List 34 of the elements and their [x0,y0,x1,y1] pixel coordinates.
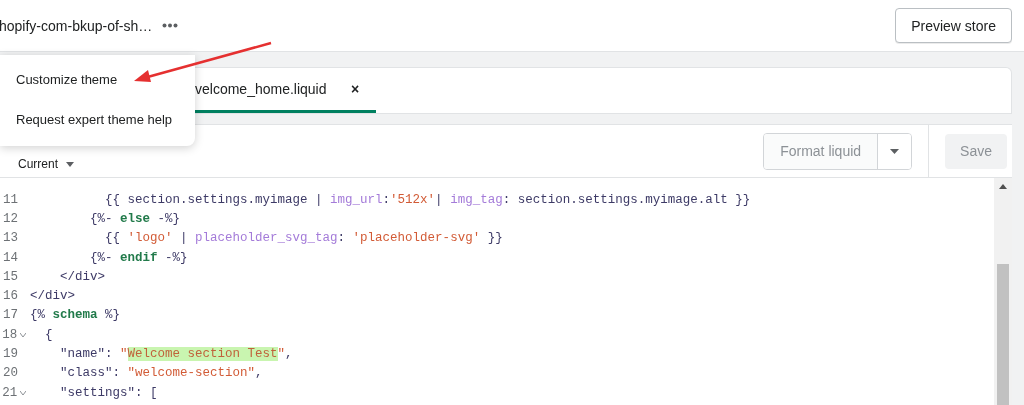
line-number: 11 [2,192,18,207]
preview-store-button[interactable]: Preview store [895,8,1012,43]
code-line: "settings": [ [59,385,158,400]
scrollbar[interactable] [994,178,1012,405]
version-select[interactable]: Current [18,157,74,171]
line-number: 21 [1,385,18,400]
code-line: {%- endif -%} [89,250,188,265]
code-line: "class": "welcome-section", [59,366,263,381]
code-line: </div> [30,289,75,304]
close-tab-button[interactable]: × [351,81,360,97]
code-line: {%- else -%} [89,211,181,226]
scrollbar-thumb[interactable] [997,264,1009,405]
scroll-up-icon[interactable] [999,184,1007,189]
line-number: 17 [2,308,18,323]
fold-icon[interactable] [20,390,26,395]
line-number: 13 [2,231,18,246]
code-line: {{ section.settings.myimage | img_url:'512x'| img_tag: section.settings.myimage.alt }} [104,192,751,207]
line-number: 20 [2,366,18,381]
line-number: 15 [2,269,18,284]
line-number: 18 [1,327,18,342]
code-line: { [44,327,53,342]
format-options-button[interactable] [877,133,912,169]
code-line: {{ 'logo' | placeholder_svg_tag: 'placeholder-svg' }} [104,231,503,246]
code-line: </div> [59,269,105,284]
theme-name: hopify-com-bkup-of-sh… [0,17,153,34]
fold-icon[interactable] [20,332,26,337]
caret-icon [890,148,900,154]
more-actions-icon[interactable] [162,23,179,28]
line-number: 12 [2,211,18,226]
code-line: {% schema %} [30,308,121,323]
caret-icon [66,161,74,167]
line-number: 14 [2,250,18,265]
line-number: 19 [2,347,18,361]
line-number: 16 [2,289,18,304]
